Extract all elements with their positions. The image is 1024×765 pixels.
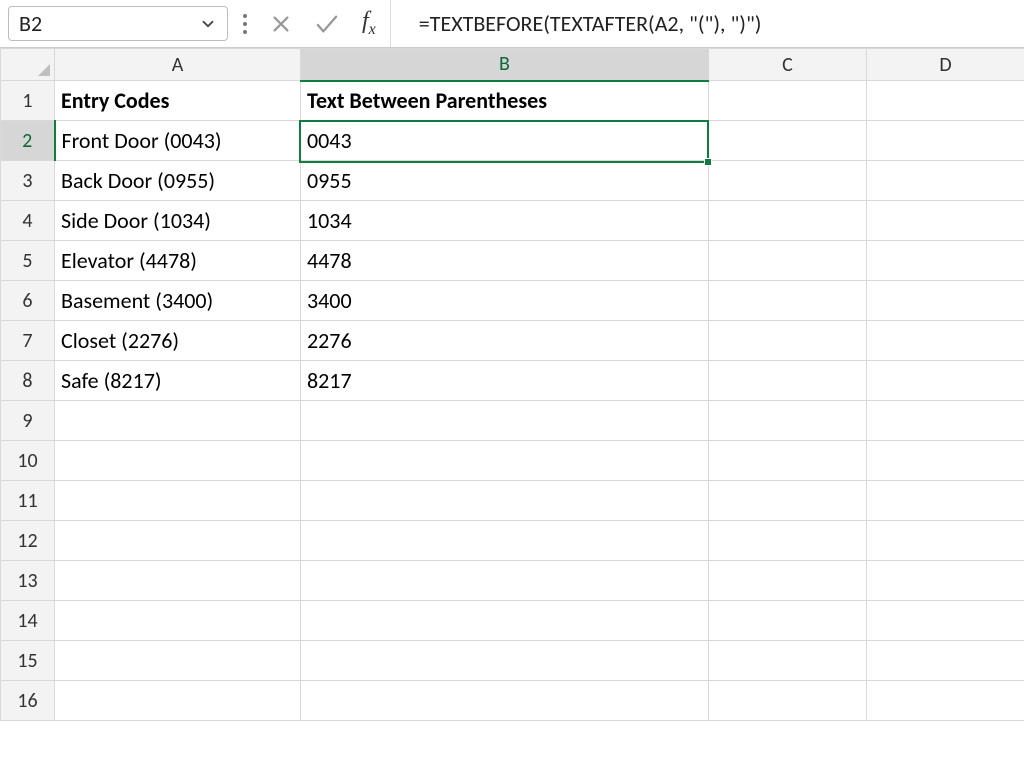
row-header-6[interactable]: 6 <box>1 281 55 321</box>
cell-D7[interactable] <box>867 321 1024 361</box>
cell-D15[interactable] <box>867 641 1024 681</box>
formula-text: =TEXTBEFORE(TEXTAFTER(A2, "("), ")") <box>419 10 762 37</box>
select-all-corner[interactable] <box>1 49 55 81</box>
cell-D12[interactable] <box>867 521 1024 561</box>
name-box-value: B2 <box>19 10 42 37</box>
cell-C9[interactable] <box>709 401 867 441</box>
cell-B6[interactable]: 3400 <box>301 281 709 321</box>
col-header-D[interactable]: D <box>867 49 1024 81</box>
cell-A12[interactable] <box>55 521 301 561</box>
cell-A1[interactable]: Entry Codes <box>55 81 301 121</box>
row-header-11[interactable]: 11 <box>1 481 55 521</box>
cell-C4[interactable] <box>709 201 867 241</box>
cell-B2[interactable]: 0043 <box>301 121 709 161</box>
name-box[interactable]: B2 <box>8 6 228 41</box>
cell-B4[interactable]: 1034 <box>301 201 709 241</box>
cell-D13[interactable] <box>867 561 1024 601</box>
cell-A8[interactable]: Safe (8217) <box>55 361 301 401</box>
cell-B11[interactable] <box>301 481 709 521</box>
cell-C12[interactable] <box>709 521 867 561</box>
cell-A5[interactable]: Elevator (4478) <box>55 241 301 281</box>
row-header-12[interactable]: 12 <box>1 521 55 561</box>
cell-C16[interactable] <box>709 681 867 721</box>
cell-A16[interactable] <box>55 681 301 721</box>
row-header-9[interactable]: 9 <box>1 401 55 441</box>
cell-C7[interactable] <box>709 321 867 361</box>
cell-B10[interactable] <box>301 441 709 481</box>
cell-D2[interactable] <box>867 121 1024 161</box>
chevron-down-icon[interactable] <box>199 15 217 33</box>
cell-A11[interactable] <box>55 481 301 521</box>
cell-D6[interactable] <box>867 281 1024 321</box>
col-header-A[interactable]: A <box>55 49 301 81</box>
row-header-3[interactable]: 3 <box>1 161 55 201</box>
cell-A6[interactable]: Basement (3400) <box>55 281 301 321</box>
cell-B3[interactable]: 0955 <box>301 161 709 201</box>
cell-B9[interactable] <box>301 401 709 441</box>
cell-D5[interactable] <box>867 241 1024 281</box>
cell-B15[interactable] <box>301 641 709 681</box>
col-header-B[interactable]: B <box>301 49 709 81</box>
cell-A13[interactable] <box>55 561 301 601</box>
more-icon[interactable] <box>242 13 248 35</box>
cell-D11[interactable] <box>867 481 1024 521</box>
row-header-15[interactable]: 15 <box>1 641 55 681</box>
cell-A7[interactable]: Closet (2276) <box>55 321 301 361</box>
row-header-13[interactable]: 13 <box>1 561 55 601</box>
fx-icon[interactable]: fx <box>362 8 376 39</box>
cell-D1[interactable] <box>867 81 1024 121</box>
cell-D4[interactable] <box>867 201 1024 241</box>
cell-C2[interactable] <box>709 121 867 161</box>
cell-C14[interactable] <box>709 601 867 641</box>
cell-A10[interactable] <box>55 441 301 481</box>
formula-bar-buttons: fx <box>236 0 390 47</box>
formula-bar: B2 fx =TEXTBEFORE(TEXTAFTER(A2, "("), ")… <box>0 0 1024 48</box>
cancel-icon[interactable] <box>270 13 292 35</box>
row-header-14[interactable]: 14 <box>1 601 55 641</box>
cell-D10[interactable] <box>867 441 1024 481</box>
row-header-16[interactable]: 16 <box>1 681 55 721</box>
cell-D16[interactable] <box>867 681 1024 721</box>
spreadsheet-grid[interactable]: A B C D 1Entry CodesText Between Parenth… <box>0 48 1024 721</box>
cell-A14[interactable] <box>55 601 301 641</box>
cell-C1[interactable] <box>709 81 867 121</box>
cell-C8[interactable] <box>709 361 867 401</box>
cell-D9[interactable] <box>867 401 1024 441</box>
row-header-4[interactable]: 4 <box>1 201 55 241</box>
cell-C13[interactable] <box>709 561 867 601</box>
cell-C15[interactable] <box>709 641 867 681</box>
cell-B12[interactable] <box>301 521 709 561</box>
cell-D3[interactable] <box>867 161 1024 201</box>
formula-input[interactable]: =TEXTBEFORE(TEXTAFTER(A2, "("), ")") <box>390 0 1024 47</box>
cell-C3[interactable] <box>709 161 867 201</box>
cell-A3[interactable]: Back Door (0955) <box>55 161 301 201</box>
cell-C11[interactable] <box>709 481 867 521</box>
cell-B14[interactable] <box>301 601 709 641</box>
cell-B8[interactable]: 8217 <box>301 361 709 401</box>
cell-B13[interactable] <box>301 561 709 601</box>
cell-D8[interactable] <box>867 361 1024 401</box>
row-header-5[interactable]: 5 <box>1 241 55 281</box>
cell-C6[interactable] <box>709 281 867 321</box>
row-header-7[interactable]: 7 <box>1 321 55 361</box>
col-header-C[interactable]: C <box>709 49 867 81</box>
cell-B16[interactable] <box>301 681 709 721</box>
row-header-8[interactable]: 8 <box>1 361 55 401</box>
cell-B5[interactable]: 4478 <box>301 241 709 281</box>
row-header-1[interactable]: 1 <box>1 81 55 121</box>
cell-C10[interactable] <box>709 441 867 481</box>
row-header-2[interactable]: 2 <box>1 121 55 161</box>
cell-A9[interactable] <box>55 401 301 441</box>
cell-A4[interactable]: Side Door (1034) <box>55 201 301 241</box>
cell-B7[interactable]: 2276 <box>301 321 709 361</box>
cell-A15[interactable] <box>55 641 301 681</box>
enter-icon[interactable] <box>314 13 340 35</box>
cell-D14[interactable] <box>867 601 1024 641</box>
row-header-10[interactable]: 10 <box>1 441 55 481</box>
fill-handle[interactable] <box>704 158 712 166</box>
cell-C5[interactable] <box>709 241 867 281</box>
cell-B1[interactable]: Text Between Parentheses <box>301 81 709 121</box>
cell-A2[interactable]: Front Door (0043) <box>55 121 301 161</box>
